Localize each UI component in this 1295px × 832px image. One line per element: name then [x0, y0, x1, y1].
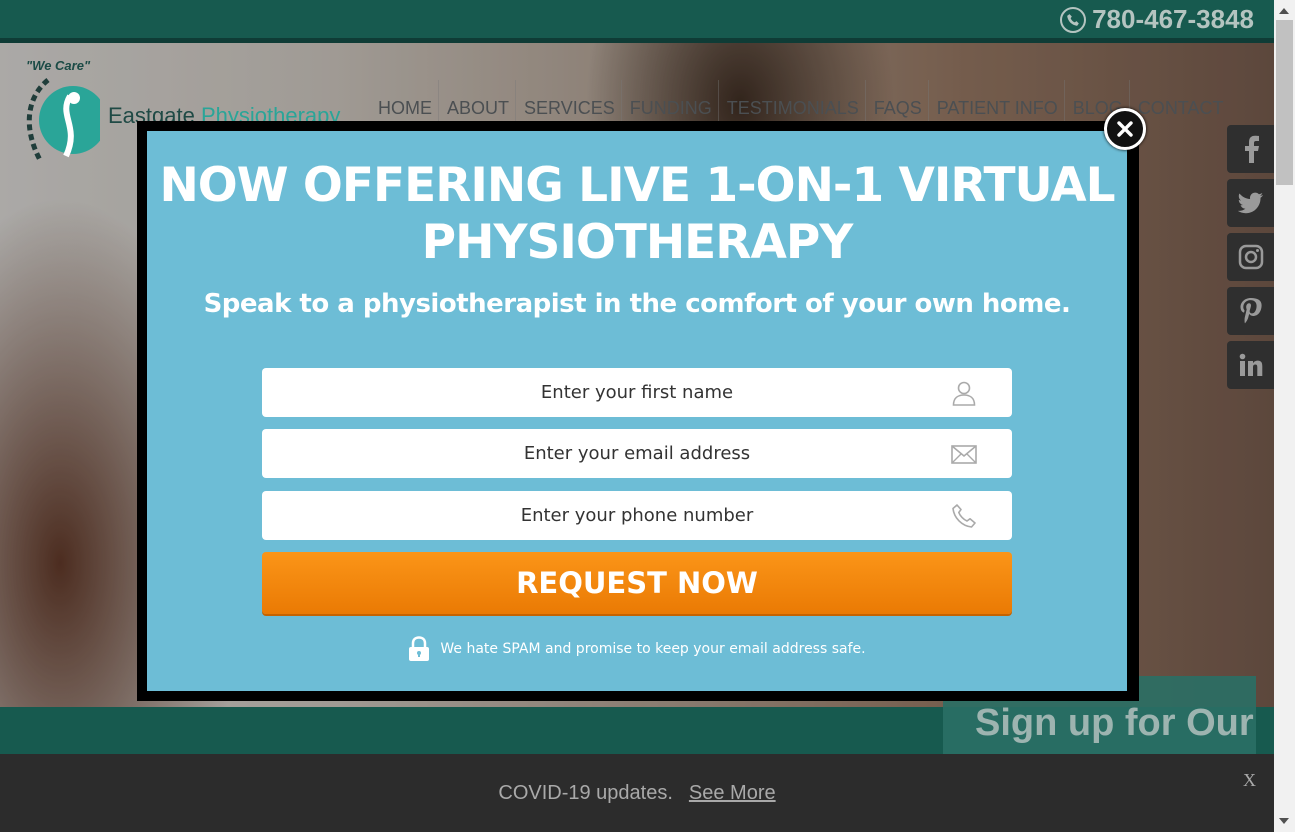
first-name-input[interactable] [262, 368, 1012, 417]
pinterest-icon[interactable] [1227, 287, 1274, 335]
top-bar: 780-467-3848 [0, 0, 1274, 43]
virtual-physio-modal: NOW OFFERING LIVE 1-ON-1 VIRTUAL PHYSIOT… [147, 131, 1127, 691]
spam-notice: We hate SPAM and promise to keep your em… [147, 636, 1127, 662]
covid-close-button[interactable]: X [1243, 770, 1256, 791]
modal-title-line2: PHYSIOTHERAPY [421, 215, 854, 270]
user-icon [952, 381, 976, 406]
twitter-icon[interactable] [1227, 179, 1274, 227]
close-icon [1117, 121, 1133, 137]
modal-title: NOW OFFERING LIVE 1-ON-1 VIRTUAL PHYSIOT… [147, 157, 1127, 271]
modal-subtitle: Speak to a physiotherapist in the comfor… [203, 289, 1071, 319]
phone-field [262, 491, 1012, 540]
envelope-icon [951, 445, 977, 464]
phone-number: 780-467-3848 [1092, 4, 1254, 34]
scroll-down-arrow-icon[interactable] [1279, 818, 1289, 824]
phone-handset-icon [952, 504, 976, 528]
request-now-button[interactable]: REQUEST NOW [262, 552, 1012, 614]
covid-notice-bar: COVID-19 updates. See More [0, 754, 1274, 832]
phone-icon [1060, 6, 1087, 33]
covid-text: COVID-19 updates. [498, 781, 673, 804]
email-field [262, 429, 1012, 478]
linkedin-icon[interactable] [1227, 341, 1274, 389]
email-input[interactable] [262, 429, 1012, 478]
scrollbar-thumb[interactable] [1276, 20, 1293, 185]
padlock-icon [409, 636, 430, 661]
facebook-icon[interactable] [1227, 125, 1274, 173]
instagram-icon[interactable] [1227, 233, 1274, 281]
phone-input[interactable] [262, 491, 1012, 540]
header-phone[interactable]: 780-467-3848 [1060, 4, 1254, 35]
spam-notice-text: We hate SPAM and promise to keep your em… [440, 641, 866, 657]
signup-heading: Sign up for Our [975, 702, 1254, 744]
first-name-field [262, 368, 1012, 417]
logo-spine-icon [26, 78, 100, 162]
modal-close-button[interactable] [1104, 108, 1146, 150]
modal-title-line1: NOW OFFERING LIVE 1-ON-1 VIRTUAL [159, 158, 1115, 213]
scroll-up-arrow-icon[interactable] [1279, 8, 1289, 14]
social-bar [1227, 125, 1274, 389]
covid-see-more-link[interactable]: See More [689, 782, 776, 805]
logo-tagline: "We Care" [26, 58, 91, 73]
